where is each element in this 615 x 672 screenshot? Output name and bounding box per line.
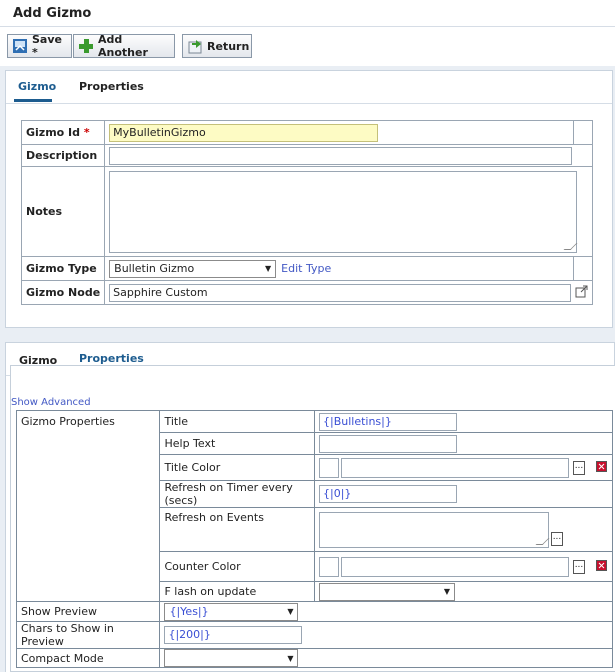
gizmo-type-value: Bulletin Gizmo <box>114 262 195 275</box>
notes-textarea[interactable] <box>109 170 578 253</box>
gizmo-node-input[interactable]: Sapphire Custom <box>109 283 572 302</box>
counter-color-label: Counter Color <box>159 551 315 582</box>
notes-label: Notes <box>20 166 106 257</box>
resize-handle-icon[interactable] <box>535 537 550 545</box>
title-color-label: Title Color <box>159 454 315 481</box>
tab-properties[interactable]: Properties <box>79 80 144 93</box>
description-input[interactable] <box>109 146 573 165</box>
title-label: Title <box>159 410 315 433</box>
gizmo-id-input[interactable]: MyBulletinGizmo <box>109 123 379 142</box>
open-external-icon[interactable] <box>575 285 588 301</box>
description-label: Description <box>20 144 106 167</box>
chars-preview-input[interactable]: {|200|} <box>164 626 303 644</box>
chars-preview-label: Chars to Show in Preview <box>15 621 161 649</box>
refresh-timer-input[interactable]: {|0|} <box>318 485 457 503</box>
title-input[interactable]: {|Bulletins|} <box>318 412 457 431</box>
refresh-events-textarea[interactable] <box>318 511 550 548</box>
dropdown-arrow-icon: ▼ <box>287 653 294 663</box>
active-tab-indicator <box>14 99 52 102</box>
return-icon <box>187 38 203 54</box>
compact-mode-label: Compact Mode <box>15 648 161 668</box>
help-text-label: Help Text <box>159 432 315 455</box>
counter-color-clear-icon[interactable] <box>595 559 607 574</box>
show-preview-label: Show Preview <box>15 601 161 622</box>
show-preview-value: {|Yes|} <box>169 605 209 618</box>
tab-properties-2[interactable]: Properties <box>79 352 144 365</box>
title-color-browse-button[interactable]: ... <box>572 460 585 475</box>
flash-select[interactable]: ▼ <box>318 582 455 601</box>
header-divider <box>0 26 615 27</box>
refresh-timer-label: Refresh on Timer every (secs) <box>159 480 315 508</box>
add-another-button[interactable]: Add Another <box>73 33 175 59</box>
title-color-swatch[interactable] <box>318 457 339 478</box>
gizmo-id-label: Gizmo Id * <box>20 120 106 145</box>
flash-label: F lash on update <box>159 581 315 602</box>
refresh-events-browse-button[interactable]: ... <box>550 531 563 546</box>
title-color-clear-icon[interactable] <box>595 460 607 475</box>
return-label: Return <box>207 39 250 53</box>
gizmo-properties-group-label: Gizmo Properties <box>15 410 161 602</box>
title-color-input[interactable] <box>340 457 569 478</box>
save-icon <box>12 38 28 54</box>
gizmo-node-label: Gizmo Node <box>20 280 106 305</box>
counter-color-input[interactable] <box>340 556 569 577</box>
add-another-label: Add Another <box>98 33 148 59</box>
help-text-input[interactable] <box>318 434 457 453</box>
dropdown-arrow-icon: ▼ <box>265 264 272 273</box>
counter-color-swatch[interactable] <box>318 556 339 577</box>
properties-table: Gizmo Properties Title {|Bulletins|} Hel… <box>15 410 614 668</box>
gizmo-type-label: Gizmo Type <box>20 256 106 281</box>
return-button[interactable]: Return <box>182 34 252 58</box>
tab-gizmo[interactable]: Gizmo <box>18 80 56 93</box>
gizmo-type-select[interactable]: Bulletin Gizmo ▼ <box>109 259 277 278</box>
dropdown-arrow-icon: ▼ <box>287 607 294 616</box>
show-preview-select[interactable]: {|Yes|} ▼ <box>164 602 299 621</box>
resize-handle-icon[interactable] <box>563 242 578 250</box>
page-title: Add Gizmo <box>13 6 92 21</box>
required-marker: * <box>83 126 90 139</box>
panel1-tabbar: Gizmo Properties <box>6 71 612 104</box>
plus-icon <box>78 38 94 54</box>
gizmo-panel: Gizmo Properties Gizmo Id * MyBulletinGi… <box>5 70 613 328</box>
show-advanced-link[interactable]: Show Advanced <box>11 397 91 408</box>
save-button[interactable]: Save * <box>7 33 72 59</box>
gizmo-form: Gizmo Id * MyBulletinGizmo Description N… <box>20 120 594 305</box>
counter-color-browse-button[interactable]: ... <box>572 559 585 574</box>
save-label: Save * <box>32 33 62 59</box>
refresh-events-label: Refresh on Events <box>159 507 315 552</box>
compact-mode-select[interactable]: ▼ <box>164 649 299 667</box>
dropdown-arrow-icon: ▼ <box>443 587 450 596</box>
edit-type-link[interactable]: Edit Type <box>281 262 331 275</box>
